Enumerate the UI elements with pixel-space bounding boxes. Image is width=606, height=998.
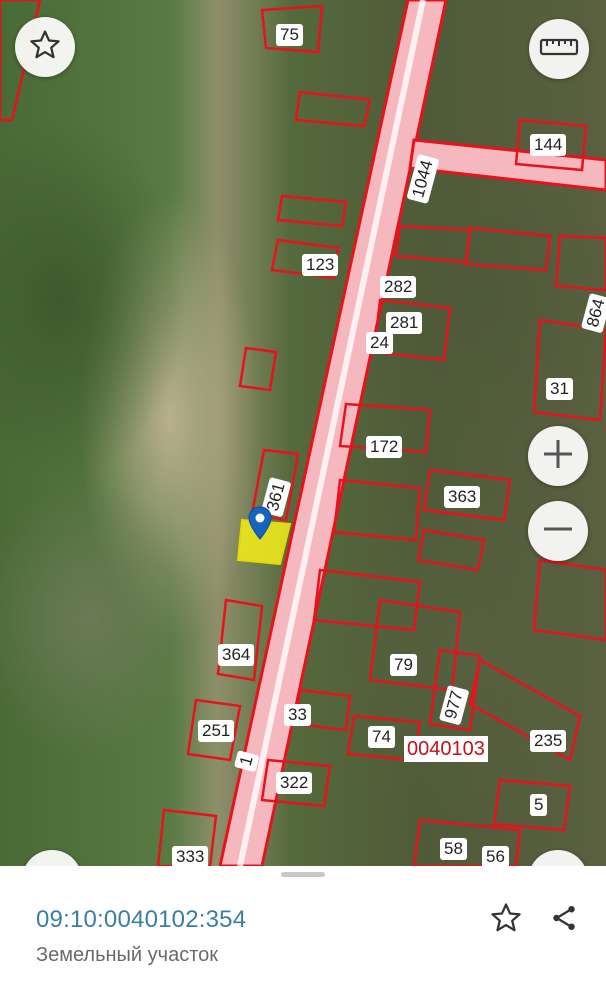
parcel-outlines: [0, 0, 606, 866]
map-view[interactable]: 75 144 1044 123 282 281 24 864 31 172 36…: [0, 0, 606, 866]
minus-icon: [540, 511, 576, 552]
parcel-label[interactable]: 282: [380, 276, 417, 298]
parcel-label[interactable]: 56: [482, 846, 509, 866]
parcel-label[interactable]: 79: [390, 654, 417, 676]
parcel-label[interactable]: 251: [198, 720, 235, 742]
cadastral-number[interactable]: 09:10:0040102:354: [36, 906, 246, 934]
ruler-icon: [539, 37, 579, 62]
parcel-label[interactable]: 144: [530, 134, 567, 156]
road-cross: [408, 138, 606, 192]
parcel-label[interactable]: 24: [366, 332, 393, 354]
parcel-label[interactable]: 58: [440, 838, 467, 860]
parcel-details-sheet[interactable]: 09:10:0040102:354 Земельный участок: [0, 866, 606, 998]
star-outline-icon: [28, 28, 62, 67]
share-icon: [549, 903, 579, 938]
share-button[interactable]: [544, 900, 584, 940]
parcel-label[interactable]: 235: [530, 730, 567, 752]
parcel-label[interactable]: 123: [302, 254, 339, 276]
plus-icon: [540, 436, 576, 477]
parcel-label[interactable]: 75: [276, 24, 303, 46]
parcel-label[interactable]: 74: [368, 726, 395, 748]
parcel-label[interactable]: 281: [386, 312, 423, 334]
sheet-drag-handle[interactable]: [281, 872, 325, 877]
parcel-label[interactable]: 364: [218, 644, 255, 666]
star-outline-icon: [489, 901, 523, 940]
measure-button[interactable]: [529, 19, 589, 79]
map-overlay: [0, 0, 606, 866]
zoom-in-button[interactable]: [528, 426, 588, 486]
parcel-label[interactable]: 322: [276, 772, 313, 794]
parcel-label[interactable]: 33: [284, 704, 311, 726]
favorite-button[interactable]: [15, 17, 75, 77]
parcel-label[interactable]: 5: [530, 794, 548, 816]
zoom-out-button[interactable]: [528, 501, 588, 561]
parcel-label[interactable]: 363: [444, 486, 481, 508]
parcel-type: Земельный участок: [36, 944, 219, 966]
parcel-label[interactable]: 31: [546, 378, 573, 400]
parcel-label[interactable]: 333: [172, 846, 209, 866]
parcel-label[interactable]: 172: [366, 436, 403, 458]
cadastral-quarter-label: 0040103: [404, 736, 488, 762]
add-favorite-button[interactable]: [486, 900, 526, 940]
